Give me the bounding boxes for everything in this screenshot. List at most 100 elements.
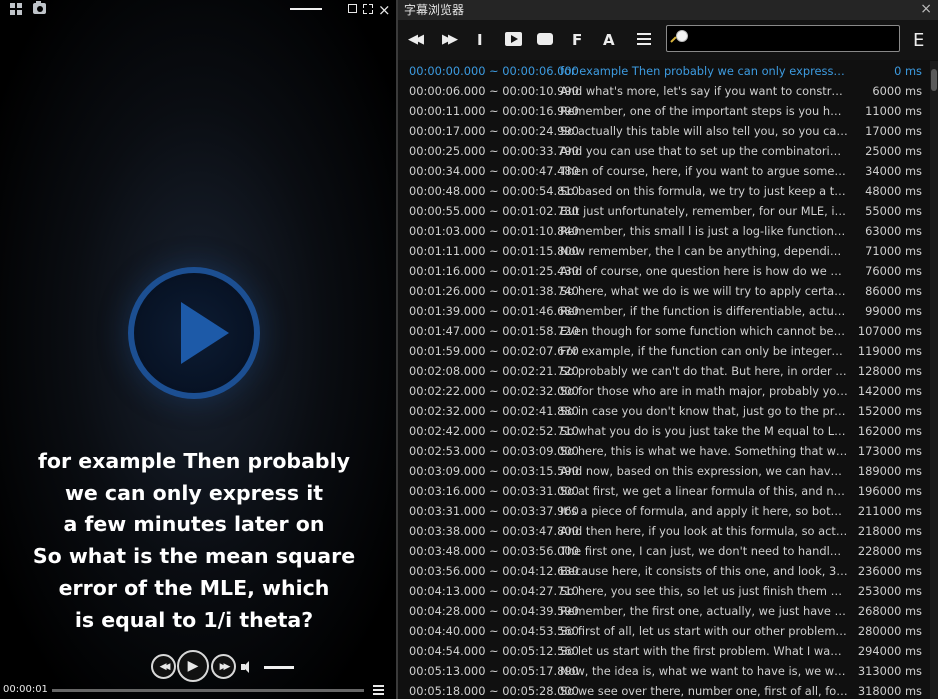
seek-bar[interactable] (52, 689, 364, 692)
fullscreen-icon[interactable] (363, 4, 373, 14)
rewind-icon[interactable]: ◀◀ (408, 32, 424, 48)
subtitle-row[interactable]: 00:04:54.000 ~ 00:05:12.560 So let us sta… (398, 641, 930, 661)
subtitle-row[interactable]: 00:01:11.000 ~ 00:01:15.800 Now remember,… (398, 241, 930, 261)
subtitle-row[interactable]: 00:02:08.000 ~ 00:02:21.720 So probably w… (398, 361, 930, 381)
subtitle-row[interactable]: 00:03:31.000 ~ 00:03:37.960 It's a piece … (398, 501, 930, 521)
subtitle-row[interactable]: 00:01:03.000 ~ 00:01:10.840 Remember, thi… (398, 221, 930, 241)
scrollbar-thumb[interactable] (931, 69, 937, 91)
browser-title-bar: 字幕浏览器 × (398, 0, 938, 20)
playback-controls: ◀◀ ▶ ▶▶ (0, 650, 396, 684)
row-text: for example Then probably we can only ex… (560, 64, 848, 78)
rewind-icon[interactable]: ◀◀ (151, 654, 176, 679)
close-icon[interactable]: × (920, 0, 932, 19)
minimize-button[interactable] (290, 8, 322, 10)
fast-forward-icon[interactable]: ▶▶ (442, 32, 458, 48)
subtitle-row[interactable]: 00:00:25.000 ~ 00:00:33.790 And you can u… (398, 141, 930, 161)
subtitle-row[interactable]: 00:02:32.000 ~ 00:02:41.880 So in case yo… (398, 401, 930, 421)
subtitle-row[interactable]: 00:01:59.000 ~ 00:02:07.670 For example, … (398, 341, 930, 361)
row-text: Remember, the first one, actually, we ju… (560, 604, 848, 618)
subtitle-row[interactable]: 00:03:16.000 ~ 00:03:31.000 So at first, … (398, 481, 930, 501)
row-delay: 17000 ms (865, 124, 922, 138)
row-delay: 55000 ms (865, 204, 922, 218)
subtitle-row[interactable]: 00:01:39.000 ~ 00:01:46.680 Remember, if … (398, 301, 930, 321)
subtitle-row[interactable]: 00:01:47.000 ~ 00:01:58.720 Even though f… (398, 321, 930, 341)
subtitle-row[interactable]: 00:00:17.000 ~ 00:00:24.990 So actually t… (398, 121, 930, 141)
row-delay: 268000 ms (857, 604, 922, 618)
subtitle-row[interactable]: 00:03:56.000 ~ 00:04:12.630 Because here,… (398, 561, 930, 581)
volume-slider[interactable] (264, 666, 294, 669)
subtitle-row[interactable]: 00:00:11.000 ~ 00:00:16.990 Remember, one… (398, 101, 930, 121)
row-time: 00:00:25.000 ~ 00:00:33.790 (409, 144, 579, 158)
playlist-grid-icon[interactable] (10, 3, 22, 15)
row-delay: 218000 ms (857, 524, 922, 538)
row-time: 00:01:16.000 ~ 00:01:25.430 (409, 264, 579, 278)
subtitle-row[interactable]: 00:03:38.000 ~ 00:03:47.800 And then here… (398, 521, 930, 541)
close-icon[interactable]: × (378, 1, 391, 19)
subtitle-list[interactable]: 00:00:00.000 ~ 00:00:06.000 for example T… (398, 61, 930, 699)
text-cursor-button[interactable]: I (477, 32, 483, 48)
video-player[interactable]: × for example Then probably we can only … (0, 0, 396, 699)
row-text: The first one, I can just, we don't need… (560, 544, 848, 558)
search-input[interactable] (691, 29, 891, 48)
subtitle-row[interactable]: 00:00:34.000 ~ 00:00:47.480 Then of cours… (398, 161, 930, 181)
row-text: Remember, one of the important steps is … (560, 104, 848, 118)
subtitle-row[interactable]: 00:00:06.000 ~ 00:00:10.990 And what's mo… (398, 81, 930, 101)
subtitle-box-icon[interactable] (537, 33, 553, 45)
subtitle-browser: 字幕浏览器 × ◀◀ ▶▶ I F A E 00:00:00.000 ~ 00:… (398, 0, 938, 699)
row-text: So here, you see this, so let us just fi… (560, 584, 848, 598)
row-text: So based on this formula, we try to just… (560, 184, 848, 198)
subtitle-row[interactable]: 00:04:28.000 ~ 00:04:39.590 Remember, the… (398, 601, 930, 621)
fast-forward-icon[interactable]: ▶▶ (211, 654, 236, 679)
subtitle-row[interactable]: 00:04:13.000 ~ 00:04:27.710 So here, you … (398, 581, 930, 601)
row-time: 00:00:55.000 ~ 00:01:02.730 (409, 204, 579, 218)
player-title-bar: × (0, 0, 396, 19)
row-text: Even though for some function which cann… (560, 324, 848, 338)
subtitle-row[interactable]: 00:02:42.000 ~ 00:02:52.710 So what you d… (398, 421, 930, 441)
row-text: So let us start with the first problem. … (560, 644, 848, 658)
row-delay: 318000 ms (857, 684, 922, 698)
row-time: 00:03:48.000 ~ 00:03:56.000 (409, 544, 579, 558)
screenshot-camera-icon[interactable] (33, 1, 46, 14)
row-time: 00:03:31.000 ~ 00:03:37.960 (409, 504, 579, 518)
subtitle-row[interactable]: 00:00:48.000 ~ 00:00:54.810 So based on t… (398, 181, 930, 201)
row-text: For example, if the function can only be… (560, 344, 848, 358)
row-time: 00:02:53.000 ~ 00:03:09.000 (409, 444, 579, 458)
play-icon[interactable]: ▶ (177, 650, 209, 682)
subtitle-row[interactable]: 00:01:26.000 ~ 00:01:38.740 So here, what… (398, 281, 930, 301)
volume-icon[interactable] (241, 660, 255, 674)
subtitle-row[interactable]: 00:01:16.000 ~ 00:01:25.430 And of course… (398, 261, 930, 281)
row-text: So what you do is you just take the M eq… (560, 424, 848, 438)
play-icon[interactable] (505, 32, 522, 46)
menu-icon[interactable] (637, 33, 651, 45)
row-delay: 71000 ms (865, 244, 922, 258)
subtitle-row[interactable]: 00:00:55.000 ~ 00:01:02.730 But just unfo… (398, 201, 930, 221)
row-delay: 152000 ms (857, 404, 922, 418)
row-delay: 6000 ms (872, 84, 922, 98)
font-button[interactable]: F (572, 32, 582, 48)
row-time: 00:04:13.000 ~ 00:04:27.710 (409, 584, 579, 598)
subtitle-row[interactable]: 00:05:13.000 ~ 00:05:17.890 Now, the idea… (398, 661, 930, 681)
row-text: So here, this is what we have. Something… (560, 444, 848, 458)
row-time: 00:04:54.000 ~ 00:05:12.560 (409, 644, 579, 658)
audio-button[interactable]: A (603, 32, 615, 48)
row-text: So we see over there, number one, first … (560, 684, 848, 698)
subtitle-row[interactable]: 00:03:09.000 ~ 00:03:15.590 And now, base… (398, 461, 930, 481)
row-text: Now remember, the l can be anything, dep… (560, 244, 848, 258)
row-time: 00:00:11.000 ~ 00:00:16.990 (409, 104, 579, 118)
row-delay: 142000 ms (857, 384, 922, 398)
row-delay: 107000 ms (857, 324, 922, 338)
subtitle-row[interactable]: 00:02:53.000 ~ 00:03:09.000 So here, this… (398, 441, 930, 461)
scrollbar[interactable] (930, 61, 938, 699)
big-play-icon[interactable] (128, 267, 260, 399)
menu-icon[interactable] (373, 685, 384, 695)
subtitle-row[interactable]: 00:05:18.000 ~ 00:05:28.000 So we see ove… (398, 681, 930, 699)
maximize-button[interactable] (348, 4, 357, 13)
subtitle-row[interactable]: 00:00:00.000 ~ 00:00:06.000 for example T… (398, 61, 930, 81)
subtitle-overlay: for example Then probably we can only ex… (0, 446, 388, 636)
row-time: 00:00:17.000 ~ 00:00:24.990 (409, 124, 579, 138)
search-box[interactable] (666, 25, 900, 52)
subtitle-row[interactable]: 00:04:40.000 ~ 00:04:53.560 So first of a… (398, 621, 930, 641)
subtitle-row[interactable]: 00:02:22.000 ~ 00:02:32.000 So for those … (398, 381, 930, 401)
subtitle-row[interactable]: 00:03:48.000 ~ 00:03:56.000 The first one… (398, 541, 930, 561)
export-button[interactable]: E (913, 30, 924, 51)
